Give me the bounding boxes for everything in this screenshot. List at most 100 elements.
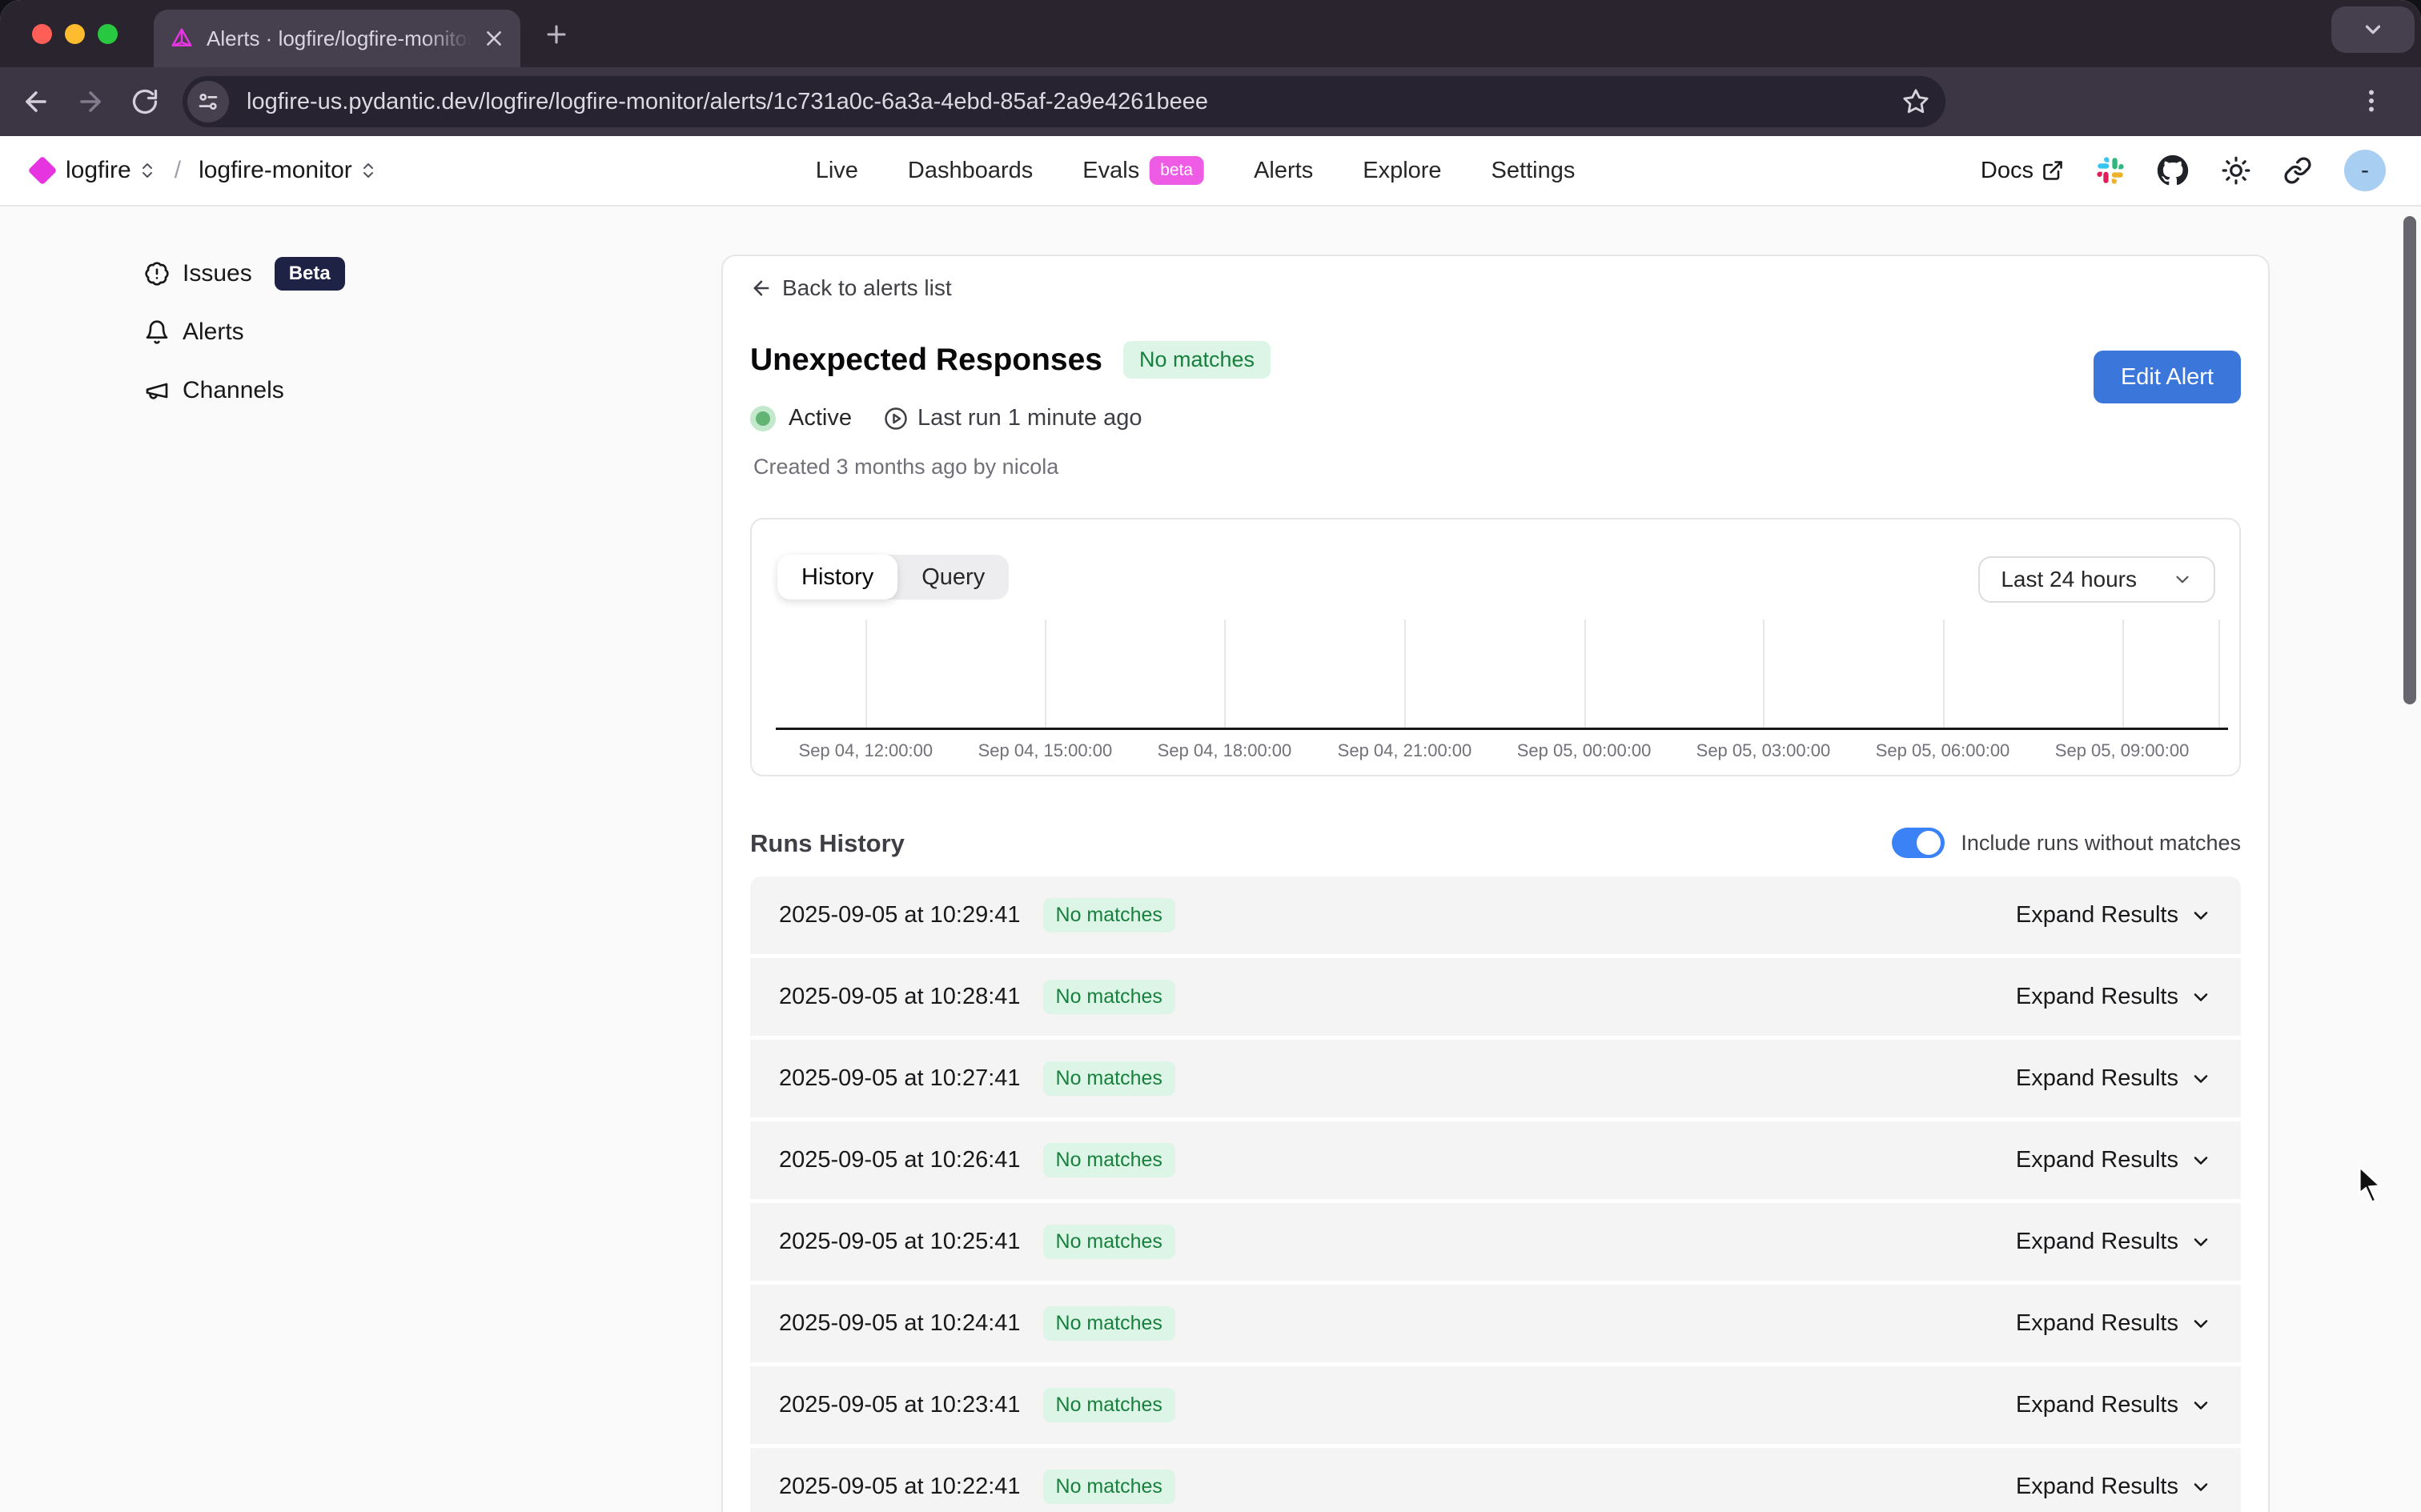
org-select[interactable]: logfire bbox=[66, 157, 157, 184]
match-status-badge: No matches bbox=[1123, 341, 1271, 379]
logfire-favicon-icon bbox=[170, 26, 194, 50]
tab-title: Alerts · logfire/logfire-monitor bbox=[207, 26, 471, 51]
expand-results-button[interactable]: Expand Results bbox=[2016, 1229, 2212, 1255]
expand-results-button[interactable]: Expand Results bbox=[2016, 1474, 2212, 1500]
theme-sun-icon[interactable] bbox=[2221, 155, 2251, 186]
sidebar-item-label: Alerts bbox=[183, 319, 244, 346]
page-scrollbar[interactable] bbox=[2403, 216, 2416, 704]
chevron-down-icon bbox=[2190, 1476, 2212, 1498]
edit-alert-button[interactable]: Edit Alert bbox=[2094, 351, 2241, 403]
x-axis-tick: Sep 04, 18:00:00 bbox=[1158, 740, 1292, 761]
run-row: 2025-09-05 at 10:22:41 No matches Expand… bbox=[750, 1448, 2241, 1512]
chart-gridline bbox=[865, 620, 867, 728]
address-bar[interactable]: logfire-us.pydantic.dev/logfire/logfire-… bbox=[183, 76, 1945, 127]
chevrons-up-down-icon bbox=[138, 161, 157, 180]
x-axis-tick: Sep 04, 15:00:00 bbox=[978, 740, 1113, 761]
run-match-badge: No matches bbox=[1043, 1143, 1175, 1177]
run-timestamp: 2025-09-05 at 10:27:41 bbox=[779, 1065, 1021, 1092]
chevron-down-icon bbox=[2190, 904, 2212, 927]
last-run: Last run 1 minute ago bbox=[884, 405, 1142, 431]
run-timestamp: 2025-09-05 at 10:28:41 bbox=[779, 984, 1021, 1010]
run-row: 2025-09-05 at 10:27:41 No matches Expand… bbox=[750, 1040, 2241, 1117]
run-match-badge: No matches bbox=[1043, 1225, 1175, 1259]
share-link-icon[interactable] bbox=[2283, 156, 2312, 185]
arrow-left-icon bbox=[750, 277, 773, 299]
chart-gridline bbox=[1404, 620, 1406, 728]
back-to-alerts-link[interactable]: Back to alerts list bbox=[750, 275, 952, 301]
x-axis-tick: Sep 05, 06:00:00 bbox=[1876, 740, 2010, 761]
sidebar-item-channels[interactable]: Channels bbox=[144, 361, 345, 419]
chevrons-up-down-icon bbox=[359, 161, 378, 180]
expand-results-button[interactable]: Expand Results bbox=[2016, 1392, 2212, 1418]
nav-item-alerts[interactable]: Alerts bbox=[1254, 158, 1313, 184]
nav-item-live[interactable]: Live bbox=[816, 158, 858, 184]
run-match-badge: No matches bbox=[1043, 1388, 1175, 1422]
nav-item-settings[interactable]: Settings bbox=[1492, 158, 1576, 184]
expand-results-button[interactable]: Expand Results bbox=[2016, 1310, 2212, 1337]
created-by-text: Created 3 months ago by nicola bbox=[753, 455, 1058, 479]
browser-menu-icon[interactable] bbox=[2357, 86, 2386, 115]
play-circle-icon bbox=[884, 407, 908, 431]
sidebar-item-alerts[interactable]: Alerts bbox=[144, 303, 345, 361]
chart-gridline bbox=[2218, 620, 2220, 728]
run-timestamp: 2025-09-05 at 10:22:41 bbox=[779, 1474, 1021, 1500]
run-timestamp: 2025-09-05 at 10:25:41 bbox=[779, 1229, 1021, 1255]
x-axis-tick: Sep 04, 12:00:00 bbox=[799, 740, 933, 761]
expand-results-button[interactable]: Expand Results bbox=[2016, 1147, 2212, 1173]
tab-search-button[interactable] bbox=[2331, 6, 2415, 53]
nav-item-explore[interactable]: Explore bbox=[1363, 158, 1441, 184]
expand-results-button[interactable]: Expand Results bbox=[2016, 1065, 2212, 1092]
user-avatar[interactable]: - bbox=[2344, 150, 2386, 191]
slack-icon[interactable] bbox=[2096, 156, 2125, 185]
logfire-logo-icon bbox=[28, 156, 58, 186]
browser-toolbar: logfire-us.pydantic.dev/logfire/logfire-… bbox=[0, 67, 2421, 136]
last-run-label: Last run 1 minute ago bbox=[917, 405, 1142, 431]
run-row: 2025-09-05 at 10:23:41 No matches Expand… bbox=[750, 1366, 2241, 1444]
chart-gridline bbox=[1045, 620, 1046, 728]
github-icon[interactable] bbox=[2157, 154, 2189, 186]
nav-item-dashboards[interactable]: Dashboards bbox=[908, 158, 1033, 184]
x-axis-tick: Sep 05, 00:00:00 bbox=[1517, 740, 1652, 761]
run-match-badge: No matches bbox=[1043, 1061, 1175, 1096]
toggle-label: Include runs without matches bbox=[1961, 831, 2241, 856]
minimize-window-button[interactable] bbox=[65, 24, 85, 44]
issue-badge-alert-icon bbox=[144, 261, 170, 287]
include-runs-toggle[interactable] bbox=[1892, 828, 1945, 858]
forward-icon[interactable] bbox=[72, 86, 109, 117]
bookmark-star-icon[interactable] bbox=[1902, 88, 1929, 115]
window-controls bbox=[32, 24, 118, 44]
run-match-badge: No matches bbox=[1043, 1306, 1175, 1341]
active-status-dot-icon bbox=[750, 406, 776, 431]
back-icon[interactable] bbox=[18, 86, 54, 117]
reload-icon[interactable] bbox=[126, 87, 163, 116]
x-axis-tick: Sep 04, 21:00:00 bbox=[1338, 740, 1472, 761]
expand-results-button[interactable]: Expand Results bbox=[2016, 902, 2212, 928]
chevron-down-icon bbox=[2190, 1313, 2212, 1335]
nav-item-evals[interactable]: Evals beta bbox=[1082, 156, 1204, 185]
chart-gridline bbox=[1943, 620, 1945, 728]
close-window-button[interactable] bbox=[32, 24, 52, 44]
run-row: 2025-09-05 at 10:24:41 No matches Expand… bbox=[750, 1285, 2241, 1362]
back-link-label: Back to alerts list bbox=[782, 275, 952, 301]
include-runs-toggle-row: Include runs without matches bbox=[1892, 828, 2241, 858]
sidebar-item-label: Issues bbox=[183, 260, 252, 287]
bell-icon bbox=[144, 319, 170, 345]
new-tab-button[interactable] bbox=[543, 21, 570, 48]
alert-detail-card: Back to alerts list Unexpected Responses… bbox=[721, 255, 2270, 1512]
external-link-icon bbox=[2042, 159, 2064, 182]
site-settings-icon[interactable] bbox=[187, 81, 229, 122]
run-timestamp: 2025-09-05 at 10:23:41 bbox=[779, 1392, 1021, 1418]
megaphone-icon bbox=[144, 378, 170, 403]
chart-gridline bbox=[1763, 620, 1765, 728]
nav-right-cluster: Docs - bbox=[1981, 150, 2386, 191]
tab-strip: Alerts · logfire/logfire-monitor bbox=[0, 0, 2421, 67]
expand-results-button[interactable]: Expand Results bbox=[2016, 984, 2212, 1010]
run-match-badge: No matches bbox=[1043, 1470, 1175, 1504]
sidebar-item-issues[interactable]: Issues Beta bbox=[144, 244, 345, 303]
zoom-window-button[interactable] bbox=[98, 24, 118, 44]
docs-link[interactable]: Docs bbox=[1981, 158, 2064, 184]
browser-tab[interactable]: Alerts · logfire/logfire-monitor bbox=[154, 10, 520, 67]
project-select[interactable]: logfire-monitor bbox=[199, 157, 378, 184]
tab-close-icon[interactable] bbox=[484, 28, 504, 49]
run-match-badge: No matches bbox=[1043, 980, 1175, 1014]
